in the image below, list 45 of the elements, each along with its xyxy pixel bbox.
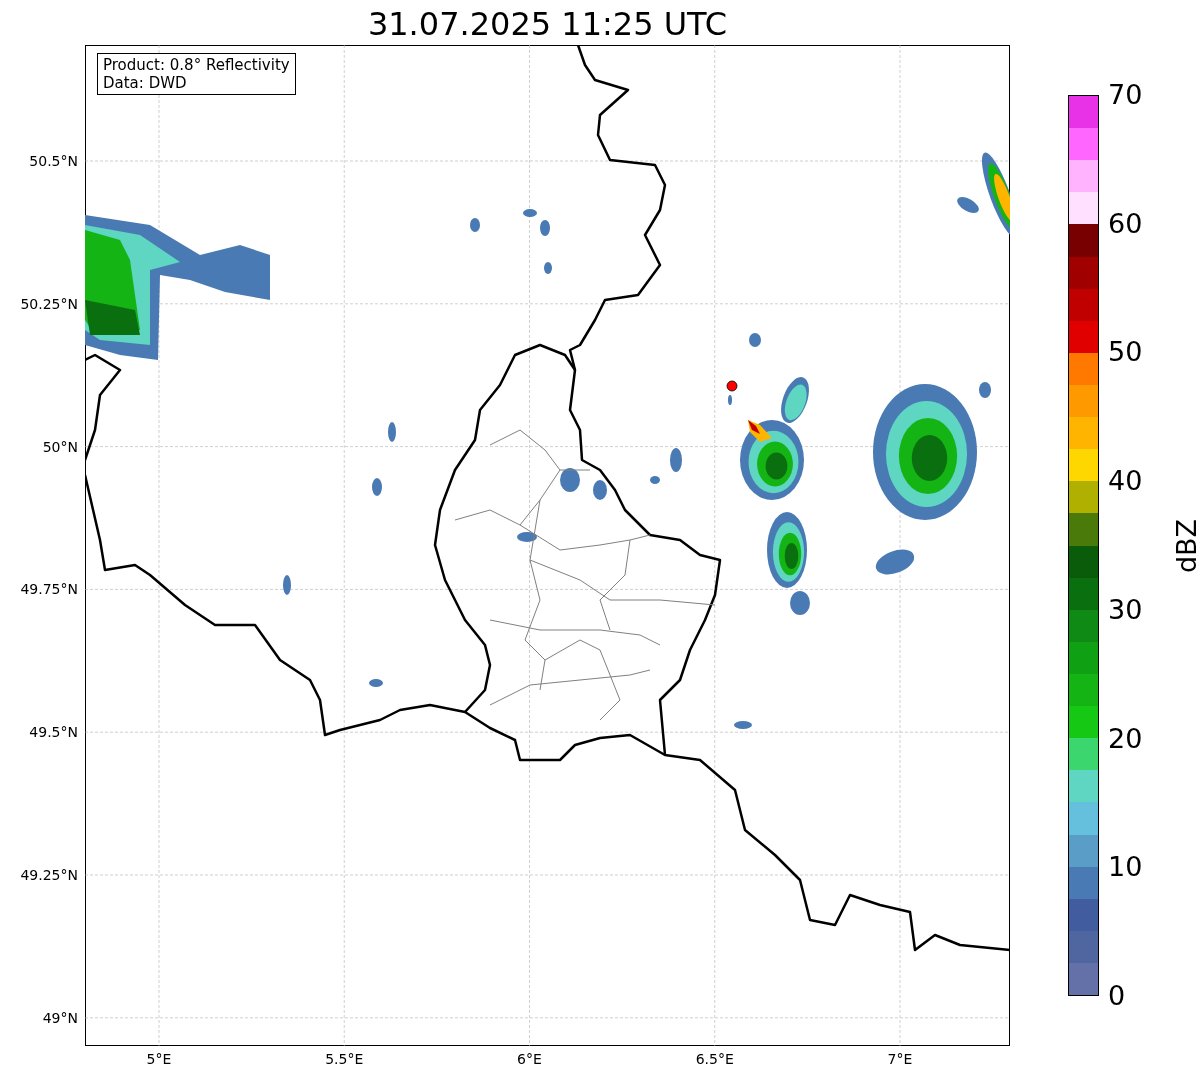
colorbar-tick-label: 70 [1108,79,1143,111]
radar-echo [728,395,732,405]
radar-echo [734,721,752,729]
radar-echo [593,480,607,500]
radar-echo [670,448,682,472]
radar-echo [875,549,915,575]
radar-echo [544,262,552,274]
radar-echo [560,468,580,492]
colorbar-tick-label: 20 [1108,722,1143,755]
colorbar-tick-label: 60 [1108,207,1143,240]
radar-echo [749,333,761,347]
y-tick-label: 50.25°N [20,294,78,313]
radar-echo [957,197,979,213]
colorbar-tick-label: 30 [1108,593,1143,626]
radar-echo [790,591,810,615]
colorbar-tick-label: 10 [1108,851,1143,884]
y-tick-label: 49.25°N [20,866,78,884]
radar-echo [523,209,537,217]
radar-echo [979,382,991,398]
radar-echo [372,478,382,496]
radar-echo [470,218,480,232]
radar-echo [517,532,537,542]
legend-text: Data: DWD [103,74,188,92]
radar-echo [388,422,396,442]
radar-echo [540,220,550,236]
colorbar-label: dBZ [1171,518,1202,574]
radar-echo [369,679,383,687]
y-tick-label: 50°N [42,437,78,456]
chart-title: 31.07.2025 11:25 UTC [366,4,729,44]
x-tick-label: 5.5°E [325,1050,364,1068]
x-tick-label: 5°E [146,1050,172,1068]
radar-site-marker [726,380,738,392]
legend-text: Product: 0.8° Reflectivity [103,56,290,74]
y-tick-label: 50.5°N [29,152,78,170]
colorbar-tick-label: 40 [1108,465,1143,498]
colorbar-tick-label: 50 [1108,336,1143,369]
x-tick-label: 7°E [887,1050,913,1068]
x-tick-label: 6.5°E [695,1050,734,1068]
y-tick-label: 49.75°N [20,580,78,599]
y-tick-label: 49°N [42,1008,78,1027]
x-tick-label: 6°E [517,1050,542,1068]
y-tick-label: 49.5°N [29,723,78,742]
radar-echo [650,476,660,484]
radar-echo [283,575,291,595]
colorbar-tick-label: 0 [1108,979,1126,1012]
